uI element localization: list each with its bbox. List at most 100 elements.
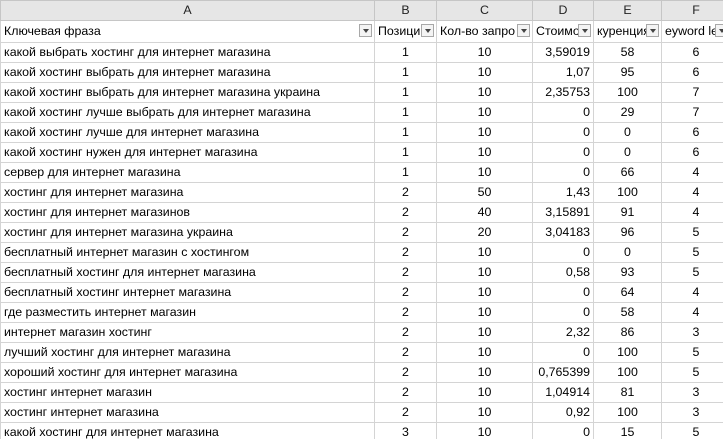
table-cell[interactable]: 29 — [593, 102, 662, 123]
table-cell[interactable]: 2 — [374, 302, 437, 323]
table-cell[interactable]: 2 — [374, 322, 437, 343]
table-cell[interactable]: 100 — [593, 342, 662, 363]
table-cell[interactable]: 2,35753 — [532, 82, 594, 103]
table-cell[interactable]: 10 — [436, 162, 533, 183]
table-cell[interactable]: 10 — [436, 282, 533, 303]
filter-dropdown-icon[interactable] — [715, 24, 723, 37]
table-cell[interactable]: 4 — [661, 302, 723, 323]
table-cell[interactable]: 10 — [436, 262, 533, 283]
table-cell[interactable]: 81 — [593, 382, 662, 403]
table-cell[interactable]: 7 — [661, 102, 723, 123]
table-cell[interactable]: 4 — [661, 162, 723, 183]
table-cell[interactable]: 0 — [532, 122, 594, 143]
table-cell[interactable]: 50 — [436, 182, 533, 203]
table-cell[interactable]: 1,43 — [532, 182, 594, 203]
table-cell[interactable]: 10 — [436, 142, 533, 163]
table-cell[interactable]: 40 — [436, 202, 533, 223]
table-cell[interactable]: хостинг для интернет магазинов — [0, 202, 375, 223]
table-cell[interactable]: 1,04914 — [532, 382, 594, 403]
filter-dropdown-icon[interactable] — [578, 24, 591, 37]
table-cell[interactable]: 1 — [374, 122, 437, 143]
table-cell[interactable]: 3,59019 — [532, 42, 594, 63]
filter-header-cell[interactable]: Стоимо — [532, 20, 594, 43]
table-cell[interactable]: 1 — [374, 62, 437, 83]
table-cell[interactable]: 3 — [374, 422, 437, 439]
table-cell[interactable]: 4 — [661, 202, 723, 223]
table-cell[interactable]: какой хостинг выбрать для интернет магаз… — [0, 82, 375, 103]
table-cell[interactable]: 6 — [661, 62, 723, 83]
table-cell[interactable]: 0 — [532, 162, 594, 183]
table-cell[interactable]: 10 — [436, 122, 533, 143]
table-cell[interactable]: 1 — [374, 102, 437, 123]
table-cell[interactable]: 100 — [593, 402, 662, 423]
table-cell[interactable]: 3 — [661, 322, 723, 343]
table-cell[interactable]: 2 — [374, 362, 437, 383]
table-cell[interactable]: 2 — [374, 382, 437, 403]
table-cell[interactable]: хороший хостинг для интернет магазина — [0, 362, 375, 383]
table-cell[interactable]: хостинг для интернет магазина украина — [0, 222, 375, 243]
table-cell[interactable]: 2 — [374, 202, 437, 223]
table-cell[interactable]: 58 — [593, 302, 662, 323]
table-cell[interactable]: какой хостинг выбрать для интернет магаз… — [0, 62, 375, 83]
filter-header-cell[interactable]: eyword le — [661, 20, 723, 43]
table-cell[interactable]: 10 — [436, 422, 533, 439]
table-cell[interactable]: какой выбрать хостинг для интернет магаз… — [0, 42, 375, 63]
table-cell[interactable]: 1 — [374, 42, 437, 63]
table-cell[interactable]: 1 — [374, 82, 437, 103]
table-cell[interactable]: хостинг для интернет магазина — [0, 182, 375, 203]
table-cell[interactable]: 5 — [661, 342, 723, 363]
table-cell[interactable]: сервер для интернет магазина — [0, 162, 375, 183]
table-cell[interactable]: 1 — [374, 162, 437, 183]
table-cell[interactable]: 2 — [374, 182, 437, 203]
table-cell[interactable]: 1,07 — [532, 62, 594, 83]
table-cell[interactable]: 0,92 — [532, 402, 594, 423]
table-cell[interactable]: 66 — [593, 162, 662, 183]
table-cell[interactable]: 2 — [374, 282, 437, 303]
table-cell[interactable]: 10 — [436, 102, 533, 123]
table-cell[interactable]: 10 — [436, 382, 533, 403]
table-cell[interactable]: 10 — [436, 322, 533, 343]
table-cell[interactable]: бесплатный хостинг интернет магазина — [0, 282, 375, 303]
filter-header-cell[interactable]: Позици — [374, 20, 437, 43]
table-cell[interactable]: 5 — [661, 362, 723, 383]
table-cell[interactable]: 10 — [436, 82, 533, 103]
table-cell[interactable]: 10 — [436, 402, 533, 423]
table-cell[interactable]: 7 — [661, 82, 723, 103]
table-cell[interactable]: 0 — [532, 242, 594, 263]
table-cell[interactable]: 95 — [593, 62, 662, 83]
filter-dropdown-icon[interactable] — [359, 24, 372, 37]
table-cell[interactable]: где разместить интернет магазин — [0, 302, 375, 323]
table-cell[interactable]: какой хостинг нужен для интернет магазин… — [0, 142, 375, 163]
table-cell[interactable]: бесплатный интернет магазин с хостингом — [0, 242, 375, 263]
table-cell[interactable]: 0 — [532, 282, 594, 303]
table-cell[interactable]: 96 — [593, 222, 662, 243]
table-cell[interactable]: 0 — [532, 102, 594, 123]
column-header-b[interactable]: B — [374, 0, 437, 21]
table-cell[interactable]: 0 — [532, 422, 594, 439]
table-cell[interactable]: 100 — [593, 362, 662, 383]
filter-header-cell[interactable]: Ключевая фраза — [0, 20, 375, 43]
table-cell[interactable]: 0,58 — [532, 262, 594, 283]
table-cell[interactable]: 10 — [436, 242, 533, 263]
table-cell[interactable]: 3,04183 — [532, 222, 594, 243]
table-cell[interactable]: 5 — [661, 422, 723, 439]
table-cell[interactable]: 15 — [593, 422, 662, 439]
table-cell[interactable]: 5 — [661, 262, 723, 283]
table-cell[interactable]: 2 — [374, 242, 437, 263]
table-cell[interactable]: 0 — [593, 242, 662, 263]
table-cell[interactable]: какой хостинг для интернет магазина — [0, 422, 375, 439]
table-cell[interactable]: 0 — [532, 342, 594, 363]
table-cell[interactable]: 0 — [532, 302, 594, 323]
table-cell[interactable]: 10 — [436, 362, 533, 383]
column-header-a[interactable]: A — [0, 0, 375, 21]
filter-header-cell[interactable]: куренция — [593, 20, 662, 43]
table-cell[interactable]: 2 — [374, 342, 437, 363]
table-cell[interactable]: 20 — [436, 222, 533, 243]
table-cell[interactable]: 2 — [374, 222, 437, 243]
table-cell[interactable]: бесплатный хостинг для интернет магазина — [0, 262, 375, 283]
table-cell[interactable]: 0 — [593, 142, 662, 163]
table-cell[interactable]: 100 — [593, 182, 662, 203]
table-cell[interactable]: 91 — [593, 202, 662, 223]
column-header-c[interactable]: C — [436, 0, 533, 21]
filter-dropdown-icon[interactable] — [517, 24, 530, 37]
